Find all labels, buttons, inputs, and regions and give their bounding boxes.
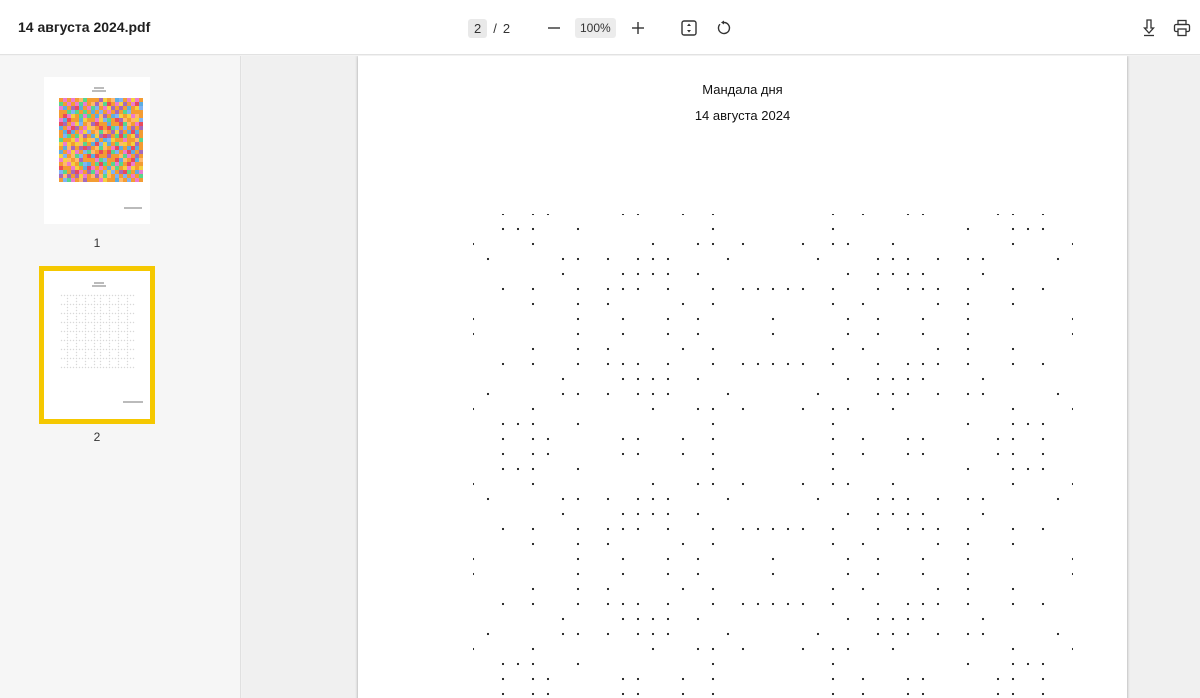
download-button[interactable] xyxy=(1135,14,1163,42)
pdf-page: Мандала дня 14 августа 2024 xyxy=(358,56,1127,698)
print-icon xyxy=(1173,19,1191,37)
total-pages: 2 xyxy=(502,20,511,36)
rotate-icon xyxy=(717,20,731,35)
document-title: 14 августа 2024.pdf xyxy=(18,19,151,35)
fit-page-button[interactable] xyxy=(675,14,703,42)
print-button[interactable] xyxy=(1168,14,1196,42)
page-thumbnail-2-selected[interactable] xyxy=(39,266,155,424)
thumbnail-label-1: 1 xyxy=(93,236,101,250)
thumbnail-label-2: 2 xyxy=(93,430,101,444)
zoom-level[interactable]: 100% xyxy=(575,18,616,38)
page-navigation: 2 / 2 xyxy=(468,17,510,39)
current-page-input[interactable]: 2 xyxy=(468,18,488,38)
thumbnail-footer-mark xyxy=(124,207,142,209)
thumbnail-title-mark xyxy=(94,87,104,89)
page-separator: / xyxy=(493,20,497,36)
thumbnail-date-mark xyxy=(92,90,106,92)
thumbnail-date-mark xyxy=(92,285,106,287)
thumbnail-title-mark xyxy=(94,282,104,284)
page-thumbnail-1[interactable] xyxy=(44,77,150,224)
mandala-dot-pattern xyxy=(473,214,1073,696)
thumbnail-dot-pattern xyxy=(60,294,135,369)
document-viewer[interactable]: Мандала дня 14 августа 2024 xyxy=(242,56,1200,698)
zoom-in-button[interactable] xyxy=(624,14,652,42)
fit-page-icon xyxy=(681,20,697,36)
plus-icon xyxy=(632,22,644,34)
thumbnail-mosaic xyxy=(59,98,143,182)
rotate-button[interactable] xyxy=(710,14,738,42)
page-heading: Мандала дня xyxy=(702,82,783,97)
page-date: 14 августа 2024 xyxy=(694,108,791,123)
thumbnail-footer-mark xyxy=(123,401,143,403)
minus-icon xyxy=(548,27,560,29)
thumbnail-sidebar: 1 2 xyxy=(0,56,241,698)
zoom-out-button[interactable] xyxy=(540,14,568,42)
download-icon xyxy=(1143,19,1155,37)
toolbar: 14 августа 2024.pdf 2 / 2 100% xyxy=(0,0,1200,55)
